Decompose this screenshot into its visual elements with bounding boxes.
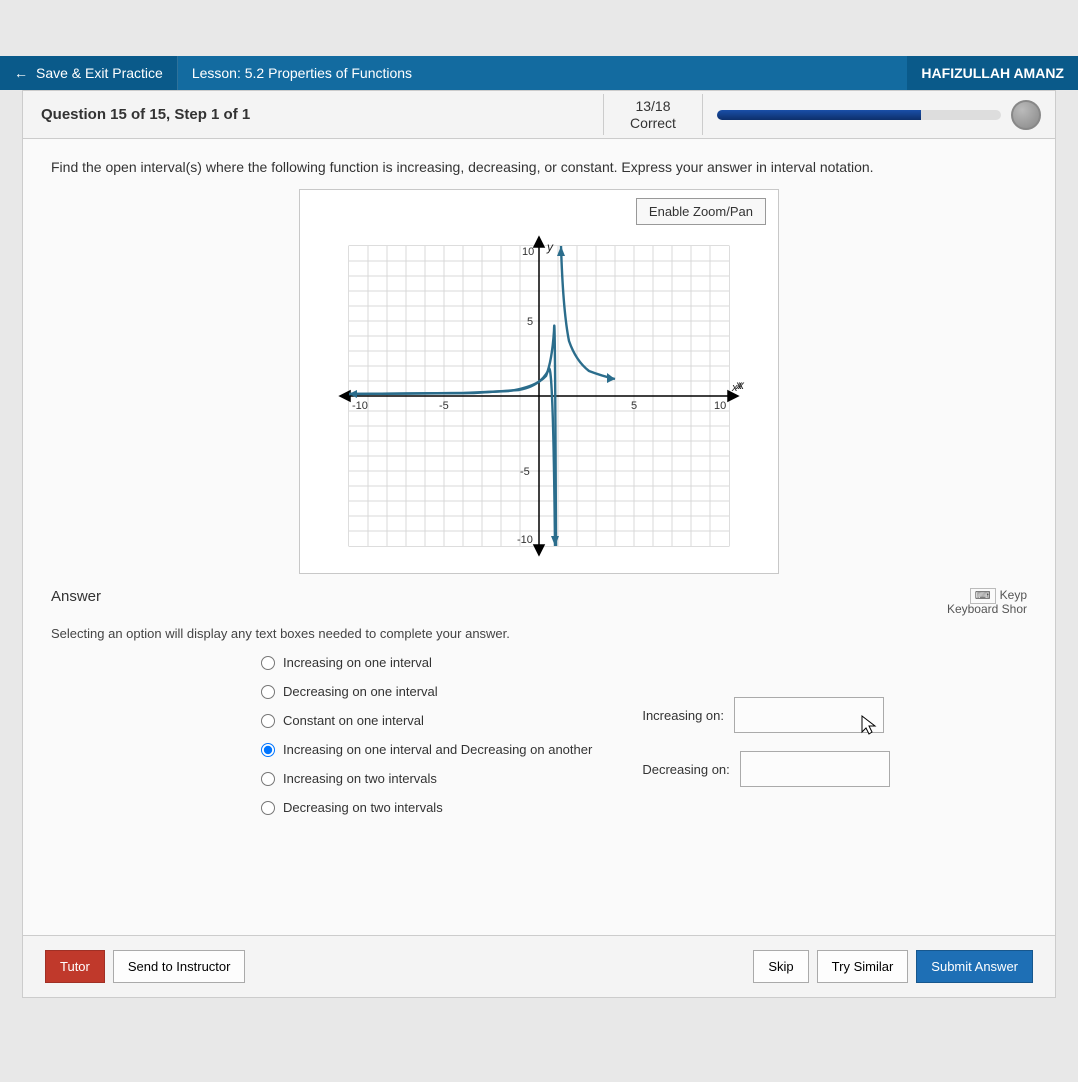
option-increasing-one[interactable]: Increasing on one interval [261,655,592,670]
back-arrow-icon: ← [14,65,28,81]
question-prompt: Find the open interval(s) where the foll… [51,159,1027,175]
lesson-title: Lesson: 5.2 Properties of Functions [178,56,908,90]
svg-text:-10: -10 [352,400,368,412]
enable-zoom-button[interactable]: Enable Zoom/Pan [636,198,766,225]
main-panel: Question 15 of 15, Step 1 of 1 13/18 Cor… [22,90,1056,998]
answer-options-grid: Increasing on one interval Decreasing on… [51,655,1027,815]
save-exit-label: Save & Exit Practice [36,65,163,81]
radio-decreasing-one[interactable] [261,685,275,699]
decreasing-row: Decreasing on: [642,751,912,787]
decreasing-label: Decreasing on: [642,762,729,777]
radio-constant-one[interactable] [261,714,275,728]
svg-text:5: 5 [527,316,533,328]
graph-box: Enable Zoom/Pan [299,189,779,574]
svg-text:10: 10 [522,246,534,258]
svg-text:-5: -5 [439,400,449,412]
option-decreasing-one[interactable]: Decreasing on one interval [261,684,592,699]
progress-fill [717,110,921,120]
option-decreasing-two[interactable]: Decreasing on two intervals [261,800,592,815]
lesson-header: ← Save & Exit Practice Lesson: 5.2 Prope… [0,56,1078,90]
help-icon[interactable] [1011,100,1041,130]
function-graph[interactable]: y x 10 5 -5 -10 -10 -5 5 10 [324,231,754,561]
send-instructor-button[interactable]: Send to Instructor [113,950,246,983]
decreasing-input[interactable] [740,751,890,787]
svg-text:-10: -10 [517,534,533,546]
tutor-button[interactable]: Tutor [45,950,105,983]
svg-text:-5: -5 [520,466,530,478]
option-constant-one[interactable]: Constant on one interval [261,713,592,728]
keypad-hint: ⌨Keyp Keyboard Shor [947,588,1027,616]
graph-area: Enable Zoom/Pan [51,189,1027,574]
increasing-input[interactable] [734,697,884,733]
selection-hint: Selecting an option will display any tex… [51,626,1027,641]
footer-bar: Tutor Send to Instructor Skip Try Simila… [23,935,1055,997]
option-increasing-two[interactable]: Increasing on two intervals [261,771,592,786]
radio-increasing-two[interactable] [261,772,275,786]
svg-text:x: x [737,378,745,392]
radio-decreasing-two[interactable] [261,801,275,815]
inputs-column: Increasing on: Decreasing on: [642,697,912,815]
progress-bar [717,110,1001,120]
question-bar: Question 15 of 15, Step 1 of 1 13/18 Cor… [23,91,1055,139]
score-box: 13/18 Correct [603,94,703,136]
skip-button[interactable]: Skip [753,950,808,983]
options-column: Increasing on one interval Decreasing on… [261,655,592,815]
progress-wrap [703,100,1055,130]
score-fraction: 13/18 [604,98,702,115]
increasing-label: Increasing on: [642,708,724,723]
radio-increasing-one[interactable] [261,656,275,670]
user-name: HAFIZULLAH AMANZ [907,56,1078,90]
browser-chrome-spacer [0,0,1078,56]
save-exit-button[interactable]: ← Save & Exit Practice [0,56,178,90]
try-similar-button[interactable]: Try Similar [817,950,909,983]
score-correct: Correct [604,115,702,132]
submit-answer-button[interactable]: Submit Answer [916,950,1033,983]
svg-text:y: y [546,240,554,254]
answer-heading: Answer [51,588,101,605]
radio-inc-dec[interactable] [261,743,275,757]
option-inc-dec[interactable]: Increasing on one interval and Decreasin… [261,742,592,757]
question-label: Question 15 of 15, Step 1 of 1 [23,106,603,123]
content-area: Find the open interval(s) where the foll… [23,139,1055,825]
svg-text:5: 5 [631,400,637,412]
svg-text:10: 10 [714,400,726,412]
increasing-row: Increasing on: [642,697,912,733]
